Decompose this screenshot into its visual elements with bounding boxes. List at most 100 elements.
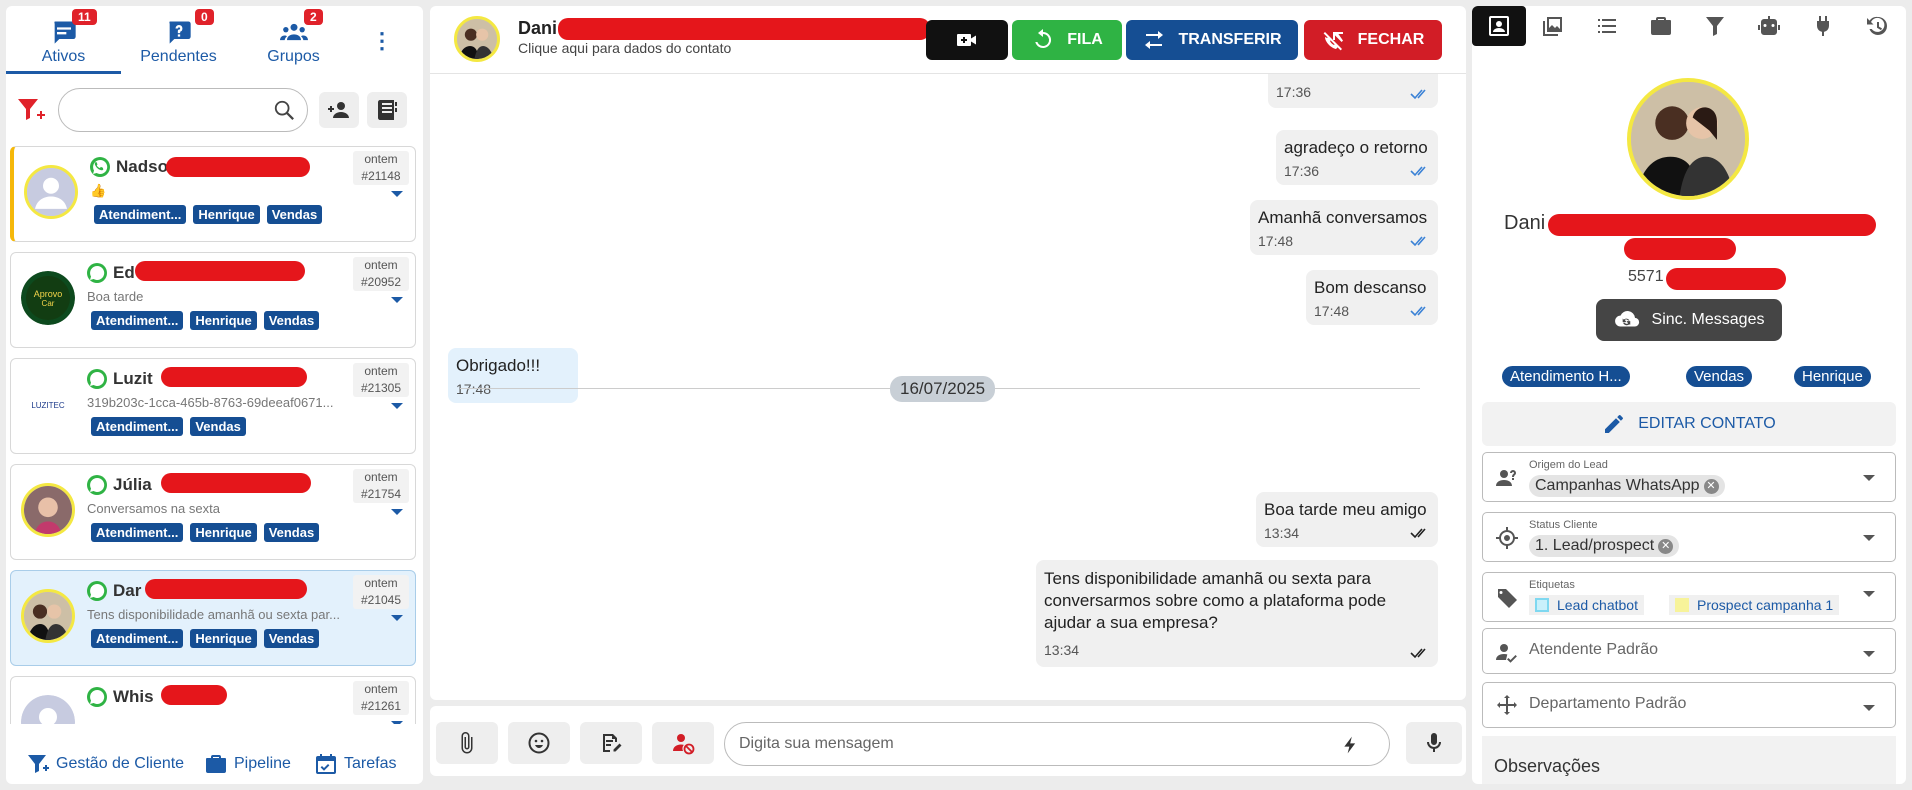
dropdown-arrow-icon[interactable] [1863,475,1875,481]
ticket-id: #21148 [361,169,401,183]
tag: Atendiment... [91,417,184,436]
tab-label: Pendentes [140,48,217,65]
contact-photo[interactable] [1627,78,1749,200]
time-label: ontem [364,364,398,378]
observacoes-section[interactable]: Observações [1482,736,1896,784]
video-call-button[interactable] [926,20,1008,60]
transferir-button[interactable]: TRANSFERIR [1126,20,1298,60]
message-text: agradeço o retorno [1284,138,1428,157]
status-chip: 1. Lead/prospect ✕ [1529,535,1680,557]
tab-ativos[interactable]: 11 Ativos [6,6,121,74]
etiquetas-select[interactable]: Etiquetas Lead chatbot Prospect campanha… [1482,572,1896,622]
remove-chip-icon[interactable]: ✕ [1658,539,1674,554]
tag: Vendas [263,311,320,330]
dropdown-arrow-icon[interactable] [1863,651,1875,657]
briefcase-icon [206,755,226,773]
dropdown-arrow-icon[interactable] [1863,535,1875,541]
atendente-padrao-select[interactable]: Atendente Padrão [1482,628,1896,674]
tab-badge: 0 [195,9,214,25]
tab-bot[interactable] [1742,6,1796,46]
pipeline-label: Pipeline [234,755,291,773]
avatar [21,589,75,643]
whatsapp-icon [90,157,110,177]
tab-deals[interactable] [1634,6,1688,46]
svg-text:Aprovo: Aprovo [34,289,63,299]
field-label: Origem do Lead [1529,459,1608,471]
tag: Henrique [190,523,257,542]
search-input[interactable] [58,88,308,132]
time-label: ontem [364,258,398,272]
cloud-sync-icon [1614,311,1639,327]
conversation-item[interactable]: Nadso 👍 Atendiment... Henrique Vendas on… [10,146,416,242]
message-time: 17:36 [1284,163,1320,179]
fechar-label: FECHAR [1357,31,1425,48]
dropdown-arrow-icon[interactable] [1863,591,1875,597]
chat-header[interactable]: Dani Clique aqui para dados do contato F… [430,6,1466,74]
more-options-icon[interactable]: ⋮ [371,28,393,54]
tab-contact[interactable] [1472,6,1526,46]
gestao-cliente-button[interactable]: Gestão de Cliente [26,752,184,776]
conversation-item[interactable]: Júlia Conversamos na sexta Atendiment...… [10,464,416,560]
avatar [21,695,75,724]
tab-filter[interactable] [1688,6,1742,46]
chevron-down-icon[interactable] [391,297,403,303]
tab-list[interactable] [1580,6,1634,46]
sync-messages-button[interactable]: Sinc. Messages [1596,299,1782,341]
tab-pendentes[interactable]: 0 Pendentes [121,6,236,74]
tab-grupos[interactable]: 2 Grupos [236,6,351,74]
pipeline-button[interactable]: Pipeline [204,752,291,776]
tag: Vendas [263,629,320,648]
microphone-icon [1427,733,1441,752]
tag: Atendiment... [91,523,184,542]
remove-chip-icon[interactable]: ✕ [1703,479,1719,494]
status-cliente-select[interactable]: Status Cliente 1. Lead/prospect ✕ [1482,512,1896,562]
chevron-down-icon[interactable] [391,509,403,515]
tarefas-button[interactable]: Tarefas [314,752,396,776]
edit-contact-button[interactable]: EDITAR CONTATO [1482,402,1896,446]
conversation-item[interactable]: Dar Tens disponibilidade amanhã ou sexta… [10,570,416,666]
calendar-check-icon [316,754,336,774]
message-text: Bom descanso [1314,278,1427,297]
conversation-item[interactable]: LUZITEC Luzit 319b203c-1cca-465b-8763-69… [10,358,416,454]
hangup-icon [1323,32,1343,51]
mic-button[interactable] [1406,722,1462,764]
fechar-button[interactable]: FECHAR [1304,20,1442,60]
departamento-padrao-select[interactable]: Departamento Padrão [1482,682,1896,728]
contact-avatar[interactable] [454,16,500,62]
tab-history[interactable] [1850,6,1904,46]
fila-button[interactable]: FILA [1012,20,1122,60]
message-bubble: Tens disponibilidade amanhã ou sexta par… [1036,560,1438,667]
whatsapp-icon [87,475,107,495]
add-contact-button[interactable] [319,92,359,128]
contact-name: Whis [113,687,154,706]
svg-text:LUZITEC: LUZITEC [31,401,65,410]
tag: Vendas [263,523,320,542]
redaction [1624,238,1736,260]
filter-icon [28,755,49,773]
tab-integrations[interactable] [1796,6,1850,46]
redaction [1548,214,1876,236]
quick-text-button[interactable] [580,722,642,764]
chevron-down-icon[interactable] [391,721,403,724]
filter-add-icon[interactable] [16,96,46,126]
whatsapp-icon [87,263,107,283]
tab-media[interactable] [1526,6,1580,46]
fila-label: FILA [1067,31,1103,48]
observacoes-label: Observações [1494,756,1601,776]
message-input[interactable]: Digita sua mensagem [724,722,1390,766]
block-contact-button[interactable] [652,722,714,764]
attach-button[interactable] [436,722,498,764]
dropdown-arrow-icon[interactable] [1863,705,1875,711]
message-time: 17:36 [1276,84,1312,100]
field-placeholder: Departamento Padrão [1529,695,1687,712]
conversation-item[interactable]: Whis ontem #21261 [10,676,416,724]
double-check-icon [1410,528,1426,539]
chevron-down-icon[interactable] [391,615,403,621]
emoji-button[interactable] [508,722,570,764]
chevron-down-icon[interactable] [391,191,403,197]
conversation-item[interactable]: Aprovo Car Ed Boa tarde Atendiment... Hen… [10,252,416,348]
contacts-book-button[interactable] [367,92,407,128]
tag-list: Atendiment... Henrique Vendas [91,523,320,542]
origem-lead-select[interactable]: Origem do Lead Campanhas WhatsApp ✕ [1482,452,1896,502]
chevron-down-icon[interactable] [391,403,403,409]
